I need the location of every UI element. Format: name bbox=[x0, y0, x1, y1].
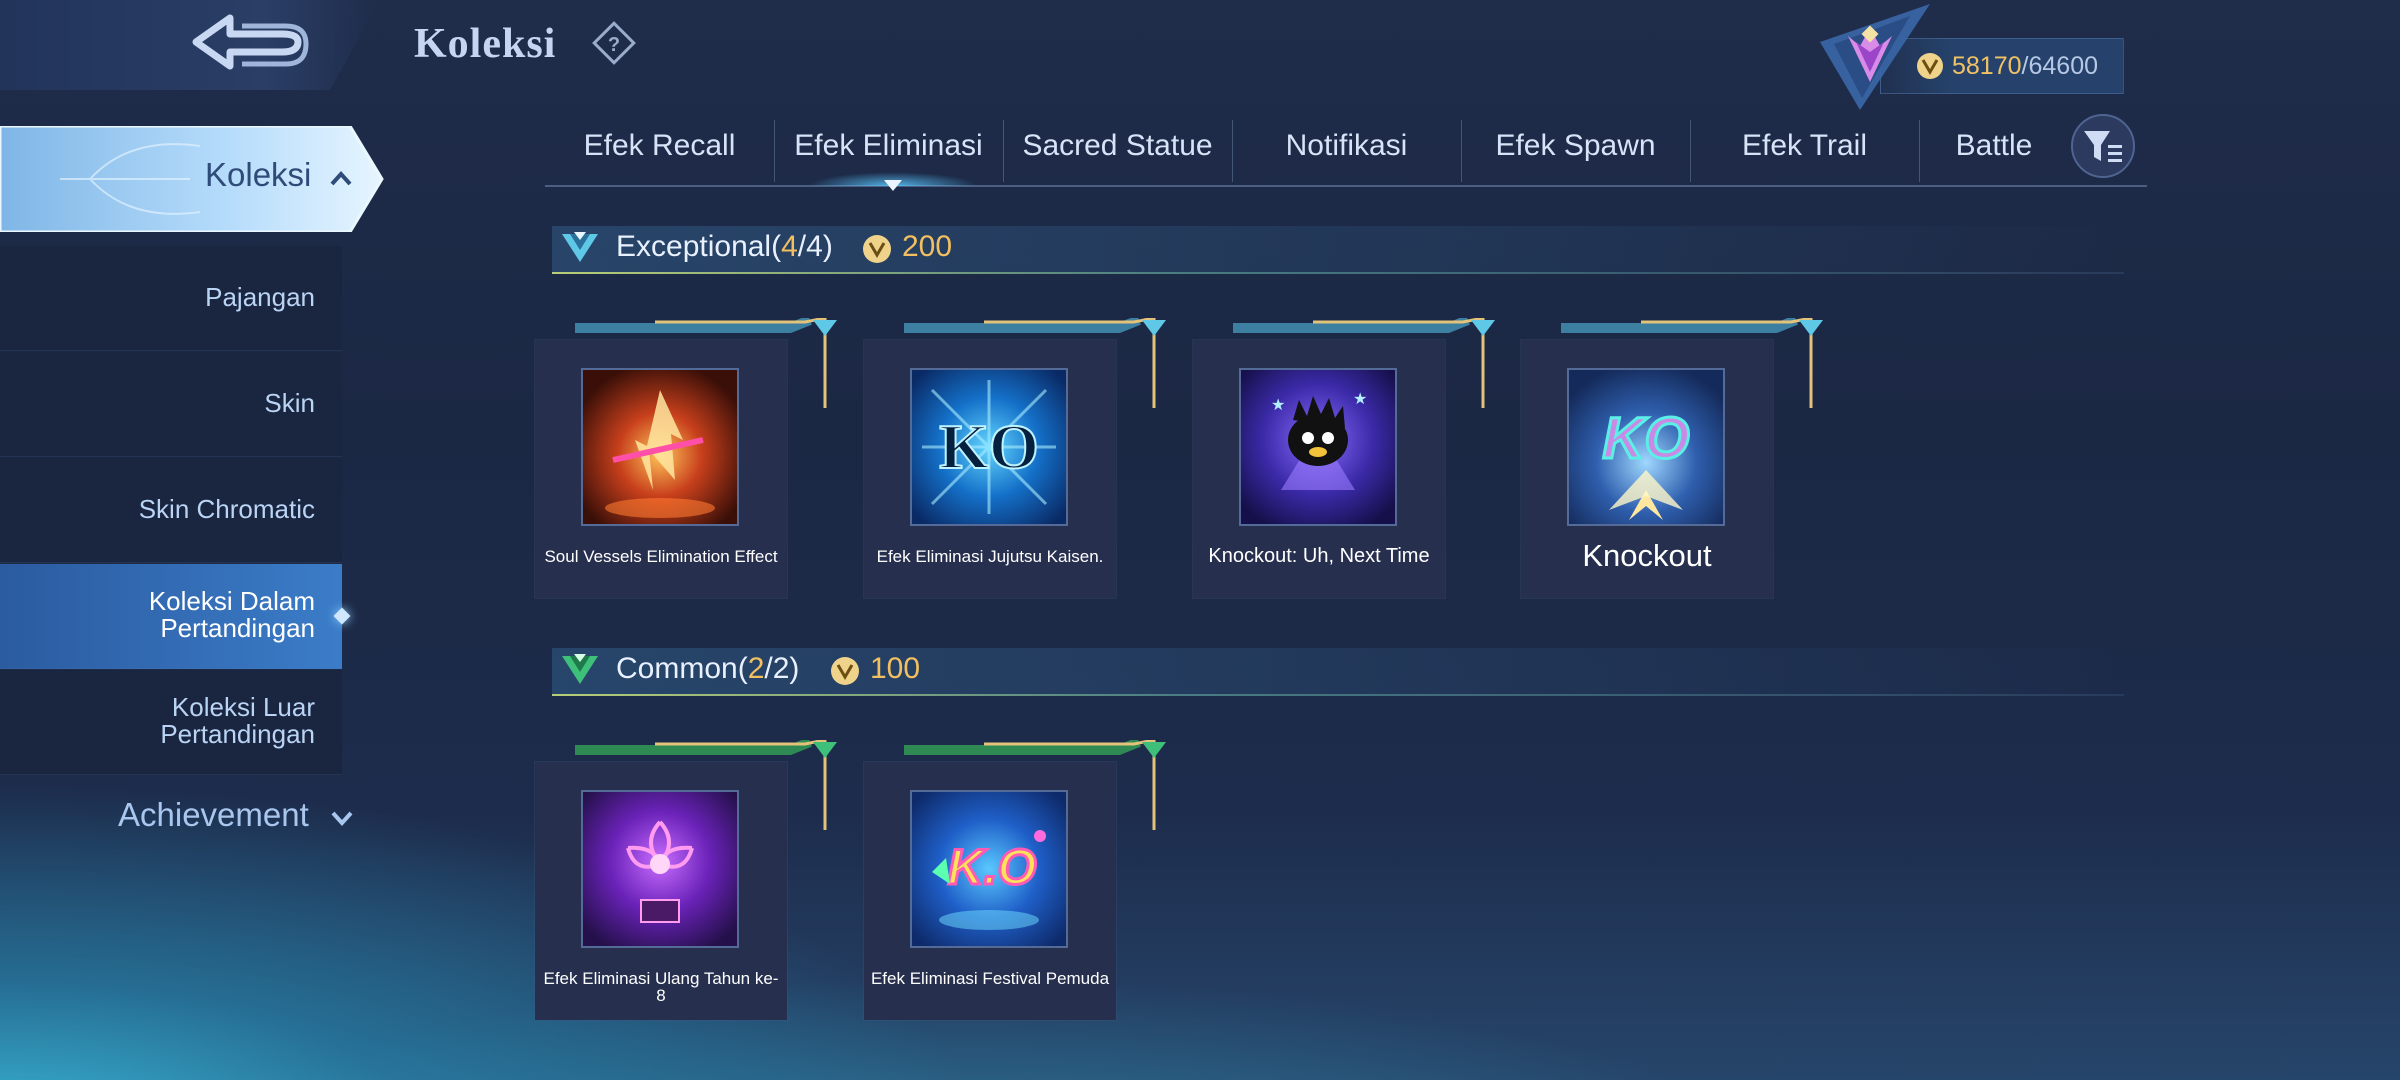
section-divider bbox=[552, 694, 2124, 696]
tab-label: Efek Trail bbox=[1741, 129, 1868, 162]
tab-label: Notifikasi bbox=[1285, 129, 1408, 162]
tab-bar-underline bbox=[545, 185, 2147, 187]
effect-card[interactable]: K.O Efek Eliminasi Festival Pemuda bbox=[864, 740, 1166, 1020]
tab-efek-trail[interactable]: Efek Trail bbox=[1690, 112, 1919, 186]
svg-text:KO: KO bbox=[1603, 406, 1690, 471]
section-price: 100 bbox=[870, 652, 921, 685]
section-divider bbox=[552, 272, 2124, 274]
tab-efek-spawn[interactable]: Efek Spawn bbox=[1461, 112, 1690, 186]
sidebar-item-achievement[interactable]: Achievement bbox=[118, 796, 309, 834]
section-title: Exceptional(4/4) bbox=[616, 230, 833, 263]
active-indicator bbox=[333, 607, 351, 625]
svg-text:★: ★ bbox=[1353, 391, 1367, 408]
knockout-ko-icon: KO bbox=[1567, 368, 1725, 526]
collection-points-value: 58170/64600 bbox=[1952, 52, 2099, 80]
effect-card[interactable]: ★ ★ Knockout: Uh, Next Time bbox=[1193, 318, 1495, 598]
effect-card[interactable]: KO Efek Eliminasi Jujutsu Kaisen. bbox=[864, 318, 1166, 598]
tab-label: Efek Spawn bbox=[1495, 129, 1656, 162]
collection-point-coin-icon bbox=[831, 657, 859, 685]
sidebar-item-label: Skin Chromatic bbox=[138, 494, 315, 524]
soul-vessels-flame-icon bbox=[581, 368, 739, 526]
sidebar-item-koleksi-dalam-pertandingan[interactable]: Koleksi Dalam Pertandingan bbox=[0, 564, 351, 669]
section-header-common: Common(2/2) 100 bbox=[552, 648, 2124, 696]
common-tier-icon bbox=[562, 654, 598, 684]
back-arrow-icon[interactable] bbox=[190, 12, 315, 78]
tab-label: Sacred Statue bbox=[1022, 129, 1213, 162]
sidebar-group-label: Koleksi bbox=[205, 156, 312, 193]
tab-battle[interactable]: Battle bbox=[1919, 112, 2069, 186]
section-price: 200 bbox=[902, 230, 953, 263]
sidebar-item-skin-chromatic[interactable]: Skin Chromatic bbox=[0, 458, 342, 563]
chevron-up-icon bbox=[330, 171, 352, 186]
badtz-maru-icon: ★ ★ bbox=[1239, 368, 1397, 526]
page-title: Koleksi bbox=[414, 21, 557, 67]
effect-name: Efek Eliminasi Festival Pemuda bbox=[870, 969, 1110, 988]
sidebar-item-label: Koleksi Luar Pertandingan bbox=[160, 692, 315, 749]
section-title: Common(2/2) bbox=[616, 652, 800, 685]
active-tab-marker-icon bbox=[884, 180, 902, 191]
exceptional-tier-icon bbox=[562, 232, 598, 262]
sidebar-item-label: Pajangan bbox=[205, 282, 315, 312]
help-icon[interactable]: ? bbox=[591, 20, 637, 66]
filter-icon[interactable] bbox=[2070, 113, 2136, 179]
effect-name: Knockout bbox=[1582, 538, 1712, 573]
collection-point-coin-icon bbox=[1917, 53, 1943, 79]
tab-label: Efek Recall bbox=[583, 129, 736, 162]
effect-name: Knockout: Uh, Next Time bbox=[1208, 545, 1430, 567]
tab-efek-recall[interactable]: Efek Recall bbox=[545, 112, 774, 186]
collection-point-coin-icon bbox=[863, 235, 891, 263]
sidebar-item-skin[interactable]: Skin bbox=[0, 352, 342, 457]
jujutsu-kaisen-ko-icon: KO bbox=[910, 368, 1068, 526]
svg-text:KO: KO bbox=[939, 411, 1039, 482]
chevron-down-icon bbox=[331, 811, 353, 826]
tab-notifikasi[interactable]: Notifikasi bbox=[1232, 112, 1461, 186]
effect-name: Soul Vessels Elimination Effect bbox=[544, 547, 778, 566]
sidebar-item-pajangan[interactable]: Pajangan bbox=[0, 246, 342, 351]
tab-label: Efek Eliminasi bbox=[794, 129, 983, 162]
effect-card[interactable]: Efek Eliminasi Ulang Tahun ke-8 bbox=[535, 740, 837, 1020]
tab-label: Battle bbox=[1955, 129, 2033, 162]
effect-card[interactable]: KO Knockout bbox=[1521, 318, 1823, 598]
sidebar-item-label: Skin bbox=[264, 388, 315, 418]
anniversary-flower-icon bbox=[581, 790, 739, 948]
svg-text:★: ★ bbox=[1271, 397, 1285, 414]
tab-sacred-statue[interactable]: Sacred Statue bbox=[1003, 112, 1232, 186]
section-header-exceptional: Exceptional(4/4) 200 bbox=[552, 226, 2124, 274]
svg-text:?: ? bbox=[608, 34, 620, 56]
festival-ko-icon: K.O bbox=[910, 790, 1068, 948]
sidebar-item-label: Koleksi Dalam Pertandingan bbox=[148, 586, 315, 643]
sidebar-item-koleksi-luar-pertandingan[interactable]: Koleksi Luar Pertandingan bbox=[0, 670, 342, 775]
svg-text:K.O: K.O bbox=[948, 839, 1037, 895]
effect-name: Efek Eliminasi Ulang Tahun ke-8 bbox=[543, 969, 779, 1005]
tab-bar: Efek Recall Efek Eliminasi Sacred Statue… bbox=[545, 112, 2147, 186]
effect-card[interactable]: Soul Vessels Elimination Effect bbox=[535, 318, 837, 598]
effect-name: Efek Eliminasi Jujutsu Kaisen. bbox=[876, 547, 1104, 566]
sidebar-group-koleksi[interactable] bbox=[0, 126, 384, 232]
